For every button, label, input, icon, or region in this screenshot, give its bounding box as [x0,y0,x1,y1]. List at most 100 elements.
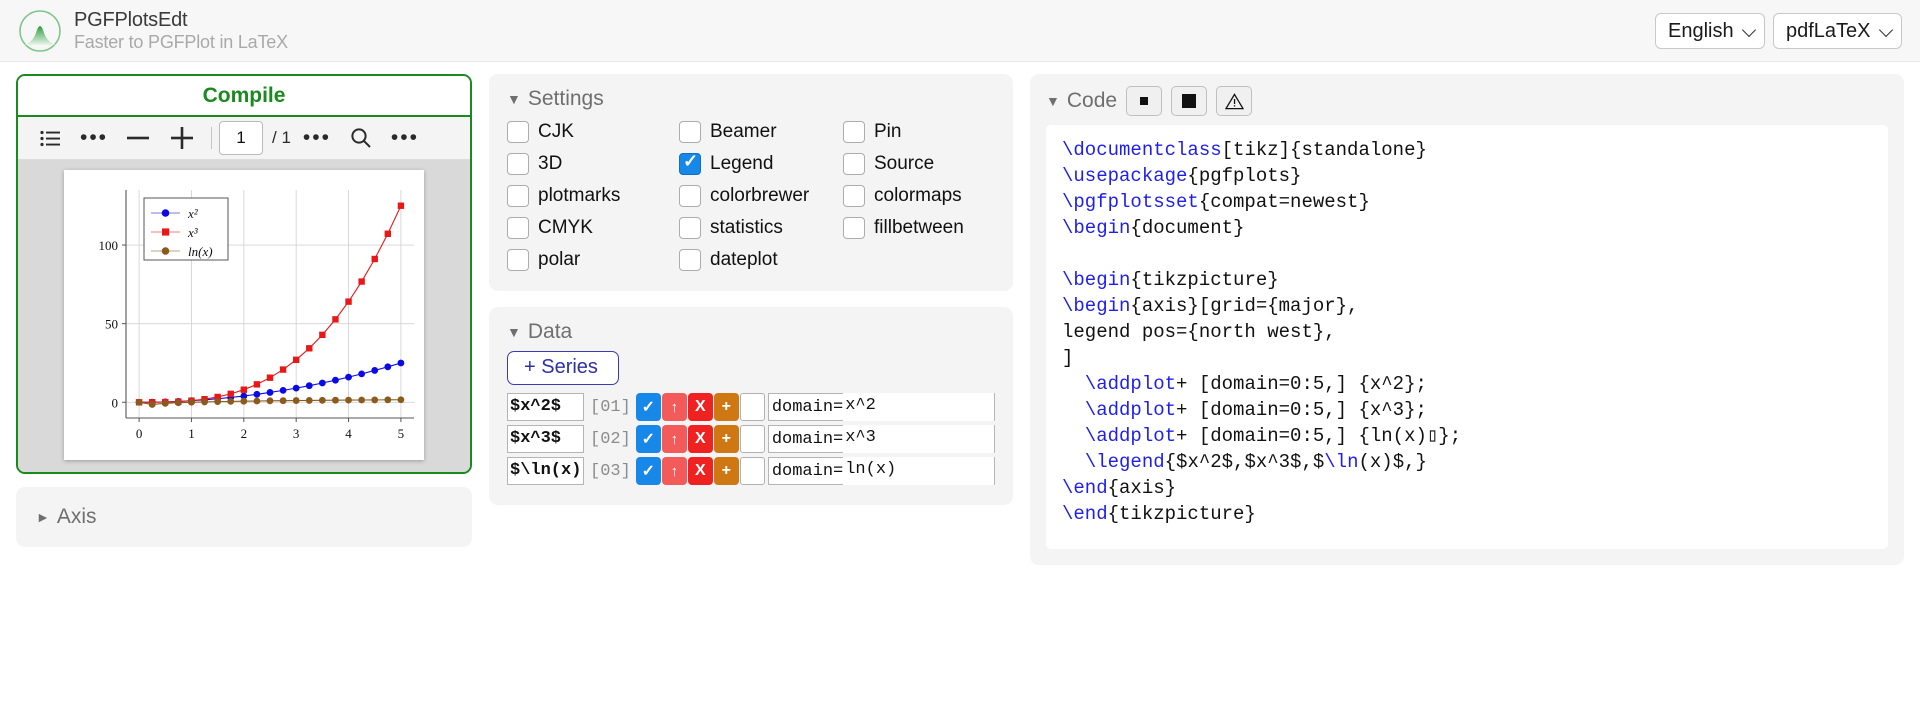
series-move-up-button[interactable]: ↑ [661,457,687,485]
svg-text:4: 4 [345,426,352,441]
series-move-up-button[interactable]: ↑ [661,425,687,453]
compiler-engine-select[interactable]: pdfLaTeX [1773,12,1902,49]
plus-icon[interactable] [160,122,204,154]
domain-value[interactable]: ln(x) [843,457,994,485]
setting-3d[interactable]: 3D [507,150,679,178]
checkbox-statistics[interactable] [679,217,701,239]
header-controls: English pdfLaTeX [1655,12,1902,49]
code-header: ▼ Code [1046,86,1888,116]
page-total-label: / 1 [272,128,291,147]
checkbox-colorbrewer[interactable] [679,185,701,207]
series-name-input[interactable]: $x^2$ [507,393,584,421]
small-square-icon[interactable] [1126,86,1163,116]
setting-colormaps[interactable]: colormaps [843,182,995,210]
setting-pin[interactable]: Pin [843,118,995,146]
code-editor[interactable]: \documentclass[tikz]{standalone} \usepac… [1046,125,1888,549]
series-delete-button[interactable]: X [687,457,713,485]
page-number-input[interactable] [219,121,263,155]
chevron-down-icon: ▼ [507,91,521,107]
setting-label: Source [874,153,935,174]
pdf-page: x² x³ ln(x) 0 1 2 3 4 5 0 50 100 [64,170,424,460]
svg-text:3: 3 [293,426,300,441]
svg-text:0: 0 [136,426,143,441]
setting-label: colorbrewer [710,185,810,206]
warning-triangle-icon[interactable] [1216,86,1253,116]
series-domain-field[interactable]: domain= ln(x) [767,457,995,485]
series-move-up-button[interactable]: ↑ [661,393,687,421]
series-domain-field[interactable]: domain= x^2 [767,393,995,421]
ellipsis-icon-left[interactable]: ••• [72,122,116,154]
pdf-toolbar: ••• / 1 ••• [18,117,470,160]
checkbox-source[interactable] [843,153,865,175]
green-mountain-logo-icon [19,9,61,52]
chart-tick-labels: 0 1 2 3 4 5050100 [99,238,405,441]
checkbox-fillbetween[interactable] [843,217,865,239]
setting-plotmarks[interactable]: plotmarks [507,182,679,210]
compile-label: Compile [202,83,286,107]
setting-label: dateplot [710,249,778,270]
series-color-swatch[interactable] [739,457,765,485]
setting-polar[interactable]: polar [507,246,679,274]
setting-label: colormaps [874,185,962,206]
svg-text:x²: x² [187,206,199,221]
minus-icon[interactable] [116,122,160,154]
axis-accordion-label: Axis [56,505,97,528]
series-delete-button[interactable]: X [687,393,713,421]
checkbox-pin[interactable] [843,121,865,143]
search-icon[interactable] [339,122,383,154]
series-add-button[interactable]: + [713,425,739,453]
svg-text:50: 50 [105,317,118,332]
setting-source[interactable]: Source [843,150,995,178]
setting-label: 3D [538,153,563,174]
setting-cjk[interactable]: CJK [507,118,679,146]
setting-fillbetween[interactable]: fillbetween [843,214,995,242]
series-name-input[interactable]: $\ln(x) [507,457,584,485]
series-add-button[interactable]: + [713,393,739,421]
series-enable-button[interactable]: ✓ [635,425,661,453]
checkbox-legend[interactable] [679,151,701,175]
domain-label: domain= [771,397,844,417]
setting-legend[interactable]: Legend [679,150,843,178]
setting-label: Pin [874,121,902,142]
checkbox-plotmarks[interactable] [507,185,529,207]
series-enable-button[interactable]: ✓ [635,457,661,485]
checkbox-polar[interactable] [507,249,529,271]
series-domain-field[interactable]: domain= x^3 [767,425,995,453]
ellipsis-icon-mid[interactable]: ••• [295,122,339,154]
svg-text:0: 0 [112,395,119,410]
ellipsis-icon-right[interactable]: ••• [383,122,427,154]
domain-value[interactable]: x^2 [843,393,994,421]
setting-cmyk[interactable]: CMYK [507,214,679,242]
series-row: $\ln(x) [03] ✓ ↑ X + domain= ln(x) [507,456,995,486]
series-color-swatch[interactable] [739,393,765,421]
series-color-swatch[interactable] [739,425,765,453]
checkbox-3d[interactable] [507,153,529,175]
setting-colorbrewer[interactable]: colorbrewer [679,182,843,210]
page-title: PGFPlotsEdt [74,9,188,32]
checkbox-beamer[interactable] [679,121,701,143]
add-series-button[interactable]: + Series [507,351,619,385]
axis-accordion[interactable]: ► Axis [16,487,472,547]
series-enable-button[interactable]: ✓ [635,393,661,421]
settings-header[interactable]: ▼ Settings [507,87,995,111]
setting-label: polar [538,249,581,270]
list-sidebar-icon[interactable] [28,122,72,154]
app-title-block: PGFPlotsEdt Faster to PGFPlot in LaTeX [74,9,288,52]
setting-beamer[interactable]: Beamer [679,118,843,146]
series-name-input[interactable]: $x^3$ [507,425,584,453]
checkbox-colormaps[interactable] [843,185,865,207]
series-add-button[interactable]: + [713,457,739,485]
compile-button[interactable]: Compile [18,76,470,117]
code-title-group[interactable]: ▼ Code [1046,89,1117,113]
large-square-icon[interactable] [1171,86,1208,116]
checkbox-dateplot[interactable] [679,249,701,271]
code-column: ▼ Code \documentclass[tikz]{standalone} … [1030,74,1904,565]
checkbox-cjk[interactable] [507,121,529,143]
domain-value[interactable]: x^3 [843,425,994,453]
data-header[interactable]: ▼ Data [507,320,995,344]
language-select[interactable]: English [1655,12,1765,49]
setting-dateplot[interactable]: dateplot [679,246,843,274]
setting-statistics[interactable]: statistics [679,214,843,242]
checkbox-cmyk[interactable] [507,217,529,239]
series-delete-button[interactable]: X [687,425,713,453]
